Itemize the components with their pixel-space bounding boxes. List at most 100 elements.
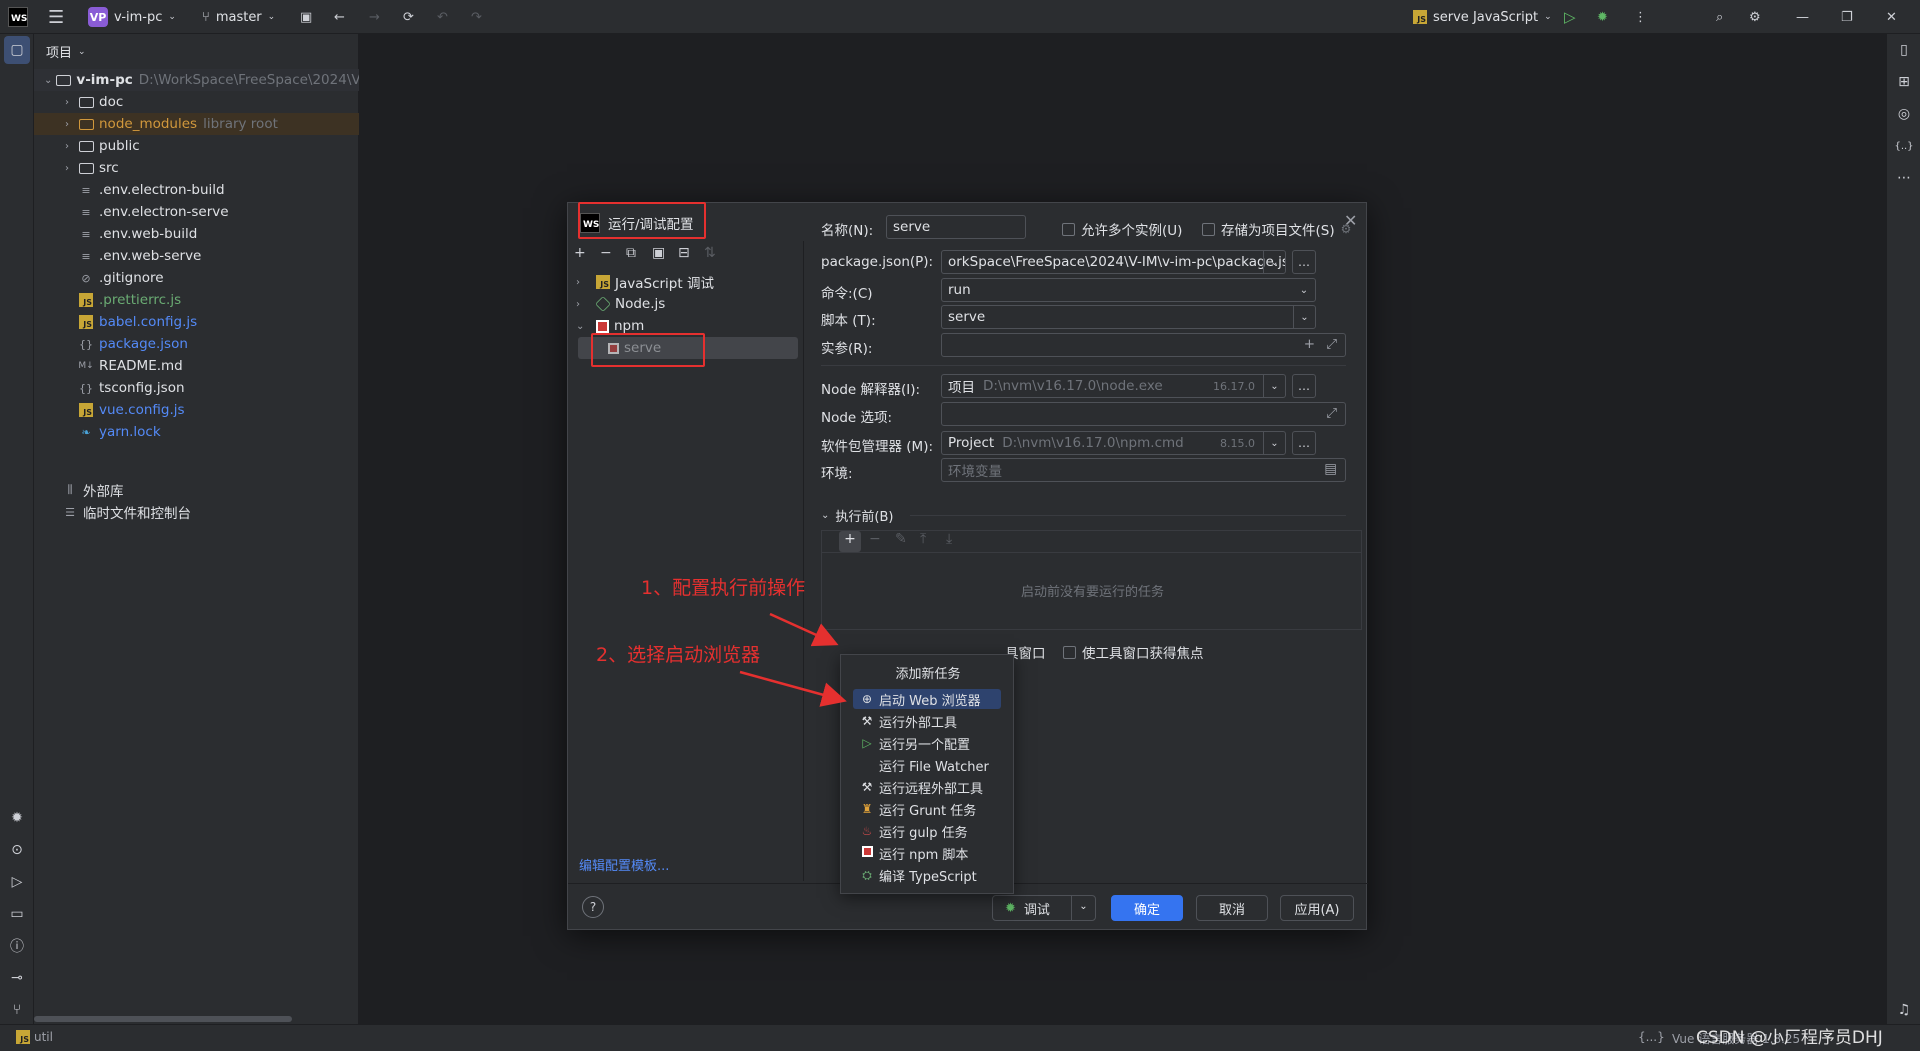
close-icon[interactable]: ✕ xyxy=(1886,0,1897,34)
browse-button[interactable]: … xyxy=(1292,250,1316,274)
tree-item-doc[interactable]: › doc xyxy=(34,91,359,113)
add-icon[interactable]: + xyxy=(1304,336,1315,352)
remove-task-icon[interactable]: − xyxy=(869,531,881,547)
copy-icon[interactable]: ⧉ xyxy=(626,245,636,261)
name-input[interactable]: serve xyxy=(886,215,1026,239)
app-logo[interactable]: WS xyxy=(8,0,28,34)
ok-button[interactable]: 确定 xyxy=(1111,895,1183,921)
focus-tool-window-checkbox[interactable]: 使工具窗口获得焦点 xyxy=(1063,642,1204,662)
debug-tool-icon[interactable]: ✹ xyxy=(0,804,34,832)
store-as-file-checkbox[interactable]: 存储为项目文件(S) ⚙ xyxy=(1202,219,1351,239)
move-down-icon[interactable]: ⤓ xyxy=(946,531,952,547)
more-tools-icon[interactable]: ⋯ xyxy=(1887,164,1920,192)
project-selector[interactable]: VP v-im-pc ⌄ xyxy=(88,0,176,34)
node-browse-button[interactable]: … xyxy=(1292,374,1316,398)
expand-icon[interactable]: ⤢ xyxy=(1326,336,1337,352)
tree-item-yarn-lock[interactable]: ❧ yarn.lock xyxy=(34,421,359,443)
list-icon[interactable]: ▤ xyxy=(1324,461,1337,477)
chevron-down-icon[interactable]: ⌄ xyxy=(1293,306,1315,328)
project-panel-header[interactable]: 项目 ⌄ xyxy=(46,42,86,61)
minimize-icon[interactable]: — xyxy=(1796,0,1809,34)
popup-item-grunt[interactable]: ♜ 运行 Grunt 任务 xyxy=(853,799,1001,819)
edit-templates-link[interactable]: 编辑配置模板... xyxy=(579,855,669,874)
allow-parallel-checkbox[interactable]: 允许多个实例(U) xyxy=(1062,219,1182,239)
status-breadcrumb[interactable]: JS util xyxy=(16,1030,53,1044)
horizontal-scrollbar[interactable] xyxy=(34,1016,292,1022)
node-options-field[interactable]: ⤢ xyxy=(941,402,1346,426)
tree-item-package-json[interactable]: {} package.json xyxy=(34,333,359,355)
popup-item-gulp[interactable]: ♨ 运行 gulp 任务 xyxy=(853,821,1001,841)
env-field[interactable]: 环境变量 ▤ xyxy=(941,458,1346,482)
popup-item-file-watcher[interactable]: 运行 File Watcher xyxy=(853,755,1001,775)
project-tool-icon[interactable]: ▢ xyxy=(4,36,30,64)
tree-item-node-modules[interactable]: › node_modules library root xyxy=(34,113,359,135)
save-config-icon[interactable]: ▣ xyxy=(652,245,665,261)
debug-icon[interactable]: ✹ xyxy=(1597,0,1608,34)
popup-item-another-config[interactable]: ▷ 运行另一个配置 xyxy=(853,733,1001,753)
problems-tool-icon[interactable]: ⓘ xyxy=(0,932,34,960)
pkg-browse-button[interactable]: … xyxy=(1292,431,1316,455)
run-icon[interactable]: ▷ xyxy=(1564,0,1576,34)
tree-item-gitignore[interactable]: ⊘ .gitignore xyxy=(34,267,359,289)
settings-icon[interactable]: ⚙ xyxy=(1749,0,1761,34)
tree-item-public[interactable]: › public xyxy=(34,135,359,157)
chevron-down-icon[interactable]: ⌄ xyxy=(1263,375,1285,397)
notifications-tool-icon[interactable]: ▯ xyxy=(1887,36,1920,64)
remove-icon[interactable]: − xyxy=(600,245,612,261)
menu-icon[interactable]: ☰ xyxy=(48,0,64,34)
tree-item-env-web-serve[interactable]: ≡ .env.web-serve xyxy=(34,245,359,267)
search-icon[interactable]: ⌕ xyxy=(1716,0,1723,34)
tree-nodejs[interactable]: › Node.js xyxy=(568,293,798,315)
package-json-field[interactable]: orkSpace\FreeSpace\2024\V-IM\v-im-pc\pac… xyxy=(941,250,1286,274)
branch-selector[interactable]: ⑂ master ⌄ xyxy=(202,0,275,34)
tree-item-babel-config-js[interactable]: JS babel.config.js xyxy=(34,311,359,333)
popup-item-external-tool[interactable]: ⚒ 运行外部工具 xyxy=(853,711,1001,731)
move-up-icon[interactable]: ⤒ xyxy=(920,531,926,547)
tree-item-readme-md[interactable]: M↓ README.md xyxy=(34,355,359,377)
tree-item-env-electron-build[interactable]: ≡ .env.electron-build xyxy=(34,179,359,201)
chevron-down-icon[interactable]: ⌄ xyxy=(1263,432,1285,454)
run-config-selector[interactable]: JS serve JavaScript ⌄ xyxy=(1413,0,1552,34)
debug-button[interactable]: ✹ 调试 ⌄ xyxy=(992,895,1096,921)
add-task-icon[interactable]: + xyxy=(839,531,861,552)
node-interpreter-select[interactable]: 项目 D:\nvm\v16.17.0\node.exe 16.17.0 ⌄ xyxy=(941,374,1286,398)
chevron-down-icon[interactable]: ⌄ xyxy=(1071,896,1095,920)
save-icon[interactable]: ▣ xyxy=(300,0,312,34)
bell-icon[interactable]: ♫ xyxy=(1887,996,1920,1024)
back-icon[interactable]: ← xyxy=(334,0,345,34)
chevron-down-icon[interactable]: ⌄ xyxy=(1263,251,1285,273)
structure-tool-icon[interactable]: ⊞ xyxy=(1887,68,1920,96)
expand-icon[interactable]: ⤢ xyxy=(1326,405,1337,421)
popup-item-npm-script[interactable]: 运行 npm 脚本 xyxy=(853,843,1001,863)
popup-item-web-browser[interactable]: ⊕ 启动 Web 浏览器 xyxy=(853,689,1001,709)
tree-item-src[interactable]: › src xyxy=(34,157,359,179)
popup-item-typescript[interactable]: ⛭ 编译 TypeScript xyxy=(853,865,1001,885)
redo-icon[interactable]: ↷ xyxy=(471,0,482,34)
undo-icon[interactable]: ↶ xyxy=(437,0,448,34)
tree-item-prettierrc-js[interactable]: JS .prettierrc.js xyxy=(34,289,359,311)
tree-js-debug[interactable]: › JS JavaScript 调试 xyxy=(568,271,798,293)
args-field[interactable]: + ⤢ xyxy=(941,333,1346,357)
restore-icon[interactable]: ❐ xyxy=(1841,0,1853,34)
before-launch-section[interactable]: ⌄ 执行前(B) xyxy=(821,506,893,525)
tree-item-tsconfig-json[interactable]: {} tsconfig.json xyxy=(34,377,359,399)
sort-icon[interactable]: ⇅ xyxy=(704,245,716,261)
forward-icon[interactable]: → xyxy=(369,0,380,34)
popup-item-remote-tool[interactable]: ⚒ 运行远程外部工具 xyxy=(853,777,1001,797)
tree-item-env-web-build[interactable]: ≡ .env.web-build xyxy=(34,223,359,245)
tree-scratches[interactable]: ☰ 临时文件和控制台 xyxy=(34,501,359,523)
tree-item-vue-config-js[interactable]: JS vue.config.js xyxy=(34,399,359,421)
json-tool-icon[interactable]: {..} xyxy=(1887,132,1920,160)
more-icon[interactable]: ⋮ xyxy=(1634,0,1647,34)
command-select[interactable]: run ⌄ xyxy=(941,278,1316,302)
git-tool-icon[interactable]: ⑂ xyxy=(0,996,34,1024)
folder-add-icon[interactable]: ⊟ xyxy=(678,245,690,261)
help-icon[interactable]: ? xyxy=(582,896,604,918)
sync-icon[interactable]: ⟳ xyxy=(403,0,414,34)
database-tool-icon[interactable]: ◎ xyxy=(1887,100,1920,128)
services-tool-icon[interactable]: ⊙ xyxy=(0,836,34,864)
pkg-manager-select[interactable]: Project D:\nvm\v16.17.0\npm.cmd 8.15.0 ⌄ xyxy=(941,431,1286,455)
commit-tool-icon[interactable]: ⊸ xyxy=(0,964,34,992)
terminal-tool-icon[interactable]: ▭ xyxy=(0,900,34,928)
status-braces[interactable]: {...} xyxy=(1638,1030,1665,1044)
